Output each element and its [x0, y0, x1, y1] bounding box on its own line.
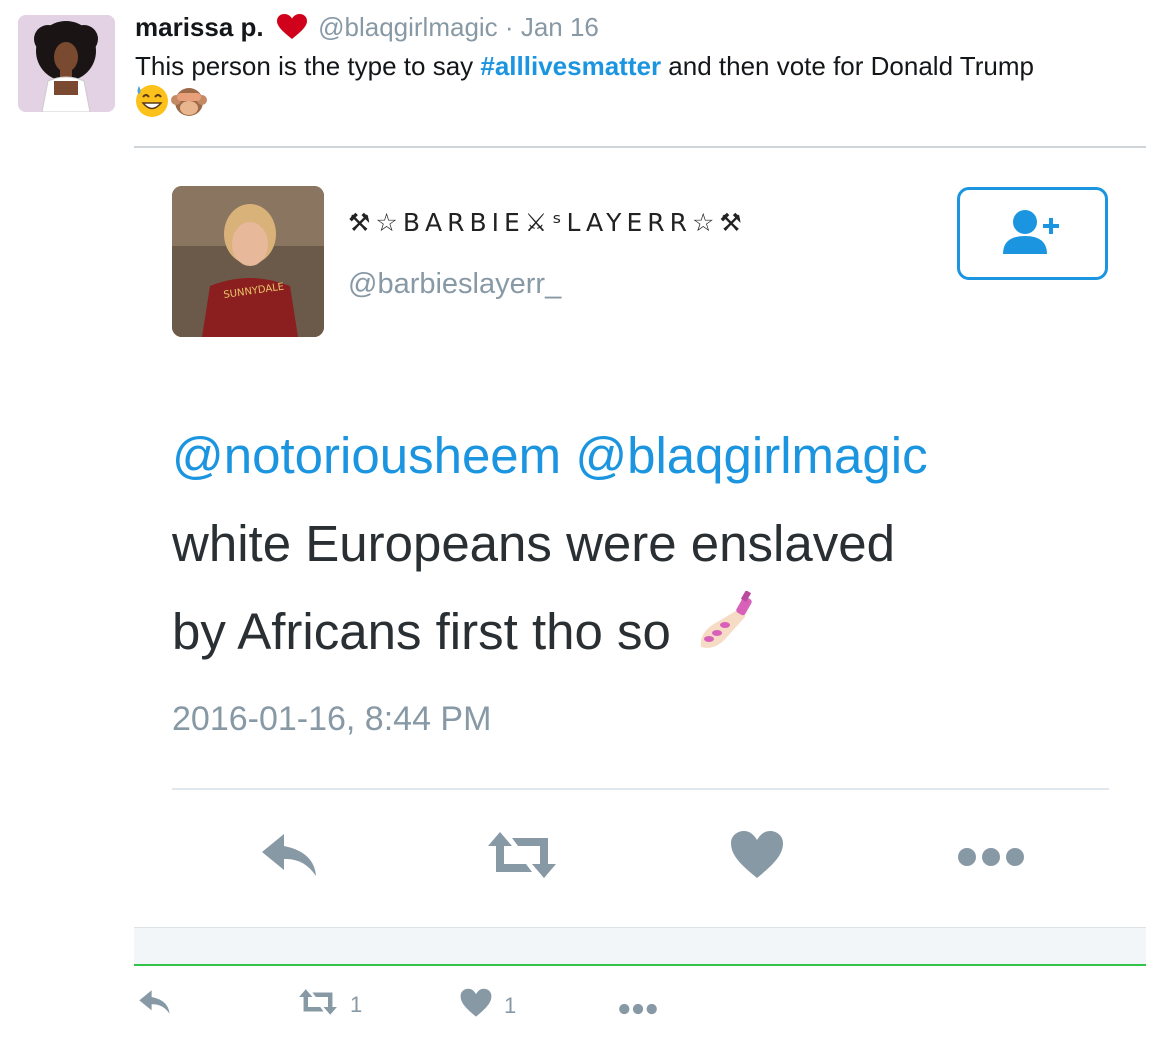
hashtag-link[interactable]: #alllivesmatter	[480, 51, 661, 81]
embedded-handle: @barbieslayerr_	[348, 268, 562, 300]
embedded-timestamp: 2016-01-16, 8:44 PM	[172, 700, 492, 738]
more-icon	[618, 996, 658, 1022]
more-button[interactable]	[618, 996, 658, 1022]
display-name[interactable]: marissa p.	[135, 12, 264, 42]
emoji-row	[135, 84, 207, 123]
like-icon	[730, 830, 784, 885]
reply-icon	[138, 988, 172, 1022]
embedded-mentions-line: @notoriousheem @blaqgirlmagic	[172, 412, 1112, 500]
tweet-header: marissa p. @blaqgirlmagic · Jan 16	[135, 12, 599, 47]
heart-emoji-icon	[276, 14, 307, 47]
like-icon	[460, 988, 492, 1024]
user-handle[interactable]: @blaqgirlmagic	[318, 12, 498, 42]
reply-button[interactable]	[138, 988, 172, 1022]
reply-icon	[260, 830, 320, 885]
tweet-text: This person is the type to say #alllives…	[135, 50, 1135, 83]
embedded-divider	[172, 788, 1109, 790]
tweet-text-after: and then vote for Donald Trump	[661, 51, 1034, 81]
embedded-display-name: ⚒☆BARBIE⚔ˢLAYERR☆⚒	[348, 208, 747, 237]
embedded-tweet-text: @notoriousheem @blaqgirlmagic white Euro…	[172, 412, 1112, 682]
retweet-count: 1	[350, 992, 363, 1017]
user-avatar[interactable]	[18, 15, 115, 112]
sweat-smile-emoji-icon	[135, 84, 169, 123]
nail-polish-emoji-icon	[695, 590, 761, 682]
embedded-text-line: by Africans first tho so	[172, 603, 671, 660]
embedded-avatar: SUNNYDALE	[172, 186, 324, 337]
more-icon	[956, 846, 1026, 873]
like-button[interactable]: 1	[460, 988, 516, 1024]
tweet-text-before: This person is the type to say	[135, 51, 481, 81]
retweet-button[interactable]: 1	[298, 988, 362, 1022]
follow-button	[957, 187, 1108, 280]
separator-dot: ·	[504, 12, 514, 42]
tweet-date[interactable]: Jan 16	[521, 12, 599, 42]
like-count: 1	[504, 993, 517, 1018]
add-user-icon	[1001, 206, 1065, 261]
embedded-text-line: white Europeans were enslaved	[172, 515, 895, 572]
embedded-text-line-last: by Africans first tho so	[172, 588, 1112, 682]
retweet-icon	[486, 830, 558, 885]
mention-link: @notoriousheem	[172, 427, 562, 484]
mention-link: @blaqgirlmagic	[575, 427, 928, 484]
retweet-icon	[298, 988, 338, 1022]
see-no-evil-monkey-emoji-icon	[171, 84, 207, 123]
media-bottom-strip	[134, 927, 1146, 966]
